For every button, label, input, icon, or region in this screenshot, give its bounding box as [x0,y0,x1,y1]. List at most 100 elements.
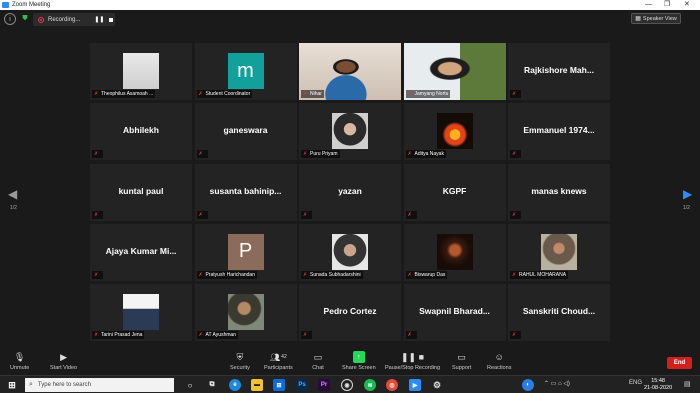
participant-tile[interactable]: Pedro Cortez ✗ [299,284,401,342]
meeting-topbar: i ⛊ Recording... ❚❚ [0,10,700,28]
muted-mic-icon: ✗ [303,151,308,158]
tray-icons[interactable]: ⌃ ▭ ⌂ ◁) [544,380,570,387]
participant-name-tag: ✗ Theophilus Asamoah ... [92,90,156,98]
muted-mic-icon: ✗ [407,91,412,97]
participant-display-name: Rajkishore Mah... [524,65,594,75]
participant-name-tag: ✗ [510,210,521,219]
share-screen-button[interactable]: ↑ Share Screen [342,351,376,371]
participant-tile[interactable]: ✗ Theophilus Asamoah ... [90,43,192,100]
participant-tile[interactable]: ✗ AT Ayushman [194,284,297,342]
participant-tile[interactable]: kuntal paul ✗ [90,163,192,221]
security-button[interactable]: ⛨ Security [230,351,250,372]
participant-tile[interactable]: manas knews ✗ [508,163,610,221]
participant-tile[interactable]: ✗ Biswarup Das [403,223,506,281]
participants-button[interactable]: 👥︎ 42 Participants [264,351,293,372]
minimize-button[interactable]: — [645,0,652,10]
participant-tile[interactable]: ✗ RAHUL MOHARANA [508,223,610,281]
participant-tile[interactable]: Abhilekh ✗ [90,103,192,161]
window-title: Zoom Meeting [12,2,51,8]
participant-name-label: Jamyang Nortu [414,91,449,97]
spotify-icon[interactable]: ≋ [364,379,376,391]
prev-page-arrow[interactable]: ◀ [8,187,17,201]
participant-display-name: Abhilekh [123,125,159,136]
tray-app-icon[interactable]: ◐ [522,379,534,391]
end-meeting-button[interactable]: End [667,357,692,369]
recording-label: Recording... [48,16,81,23]
language-indicator[interactable]: ENG [629,380,642,386]
participant-letter-avatar: P [227,233,264,270]
cortana-icon[interactable]: ○ [184,379,196,391]
chat-button[interactable]: ▭ Chat [312,351,324,372]
participant-display-name: ganeswara [223,125,268,136]
notifications-icon[interactable]: ▤ [684,380,691,388]
reactions-button[interactable]: ☺ Reactions [487,351,511,371]
participant-tile[interactable]: ✗ Jamyang Nortu [403,43,506,100]
chrome-icon[interactable]: ◎ [386,379,398,391]
muted-mic-icon: ✗ [198,91,203,97]
participant-name-label: RAHUL MOHARANA [519,271,567,278]
participant-tile[interactable]: ganeswara ✗ [194,103,297,161]
participant-display-name: yazan [338,185,362,196]
settings-gear-icon[interactable]: ⚙ [431,379,443,391]
shield-icon[interactable]: ⛊ [19,13,31,25]
muted-mic-icon: ✗ [94,151,99,158]
file-explorer-icon[interactable]: ▬ [251,379,263,391]
recording-dot-icon [38,16,44,23]
participant-tile[interactable]: ✗ Sunada Subhadarshini [299,223,401,281]
participants-icon: 👥︎ 42 [270,352,287,362]
participant-tile[interactable]: susanta bahinip... ✗ [194,163,297,221]
recording-indicator: Recording... ❚❚ [33,13,115,26]
photoshop-icon[interactable]: Ps [296,379,308,391]
muted-mic-icon: ✗ [198,151,203,158]
participant-name-tag: ✗ Sunada Subhadarshini [301,270,363,279]
participant-display-name: Sanskriti Choud... [522,306,596,317]
participant-name-label: AT Ayushman [205,332,237,339]
unmute-label: Unmute [10,365,30,371]
zoom-taskbar-icon[interactable]: ▶ [409,379,421,391]
muted-mic-icon: ✗ [303,91,308,97]
maximize-button[interactable]: ❐ [664,0,670,10]
edge-icon[interactable]: e [229,379,241,391]
participant-name-tag: ✗ RAHUL MOHARANA [510,270,569,279]
participant-tile[interactable]: Swapnil Bharad... ✗ [403,284,506,342]
participant-letter-avatar: m [227,53,264,89]
stop-recording-icon[interactable] [109,17,114,22]
close-window-button[interactable]: ✕ [684,0,690,10]
store-icon[interactable]: ⊞ [273,379,285,391]
participant-tile[interactable]: ✗ Puru Priyam [299,103,401,161]
speaker-view-button[interactable]: ▦ Speaker View [631,13,681,24]
clock-time: 15:48 [651,378,665,384]
next-page-arrow[interactable]: ▶ [683,187,692,201]
participant-tile[interactable]: yazan ✗ [299,163,401,221]
muted-mic-icon: ✗ [94,271,99,278]
recording-control-button[interactable]: ❚❚ ■ Pause/Stop Recording [385,351,440,372]
participant-tile[interactable]: ✗ Tarini Prasad Jena [90,284,192,342]
taskbar-clock[interactable]: 15:48 21-08-2020 [644,378,672,392]
pause-recording-icon[interactable]: ❚❚ [94,16,104,23]
windows-start-icon[interactable]: ⊞ [6,379,18,391]
meeting-toolbar: 🎙︎ Unmute ▶︎ Start Video ⛨ Security 👥︎ 42… [0,349,700,375]
participant-tile[interactable]: ✗ Aditya Nayak [403,103,506,161]
participant-name-tag: ✗ Pratyush Harichandan [196,270,257,279]
premiere-icon[interactable]: Pr [318,379,330,391]
taskbar-search-box[interactable]: ⌕ Type here to search [25,378,174,392]
participant-tile[interactable]: Rajkishore Mah... ✗ [508,43,610,100]
participant-tile[interactable]: m ✗ Student Coordinator [194,43,297,100]
participants-count: 42 [281,354,287,360]
support-button[interactable]: ▭ Support [452,351,471,372]
participant-tile[interactable]: ✗ Nihar [299,43,401,100]
participant-photo-avatar [332,233,368,270]
participant-tile[interactable]: P ✗ Pratyush Harichandan [194,223,297,281]
task-view-icon[interactable]: ⧉ [206,379,218,391]
participant-tile[interactable]: Ajaya Kumar Mi... ✗ [90,223,192,281]
participant-tile[interactable]: Sanskriti Choud... ✗ [508,284,610,342]
participant-tile[interactable]: Emmanuel 1974... ✗ [508,103,610,161]
muted-mic-icon: ✗ [94,91,99,97]
media-app-icon[interactable]: ◉ [341,379,353,391]
unmute-button[interactable]: 🎙︎ Unmute [10,351,30,372]
participant-name-tag: ✗ Nihar [301,90,324,98]
muted-mic-icon: ✗ [303,332,308,339]
start-video-button[interactable]: ▶︎ Start Video [50,351,77,372]
participant-tile[interactable]: KGPF ✗ [403,163,506,221]
info-icon[interactable]: i [4,13,16,25]
